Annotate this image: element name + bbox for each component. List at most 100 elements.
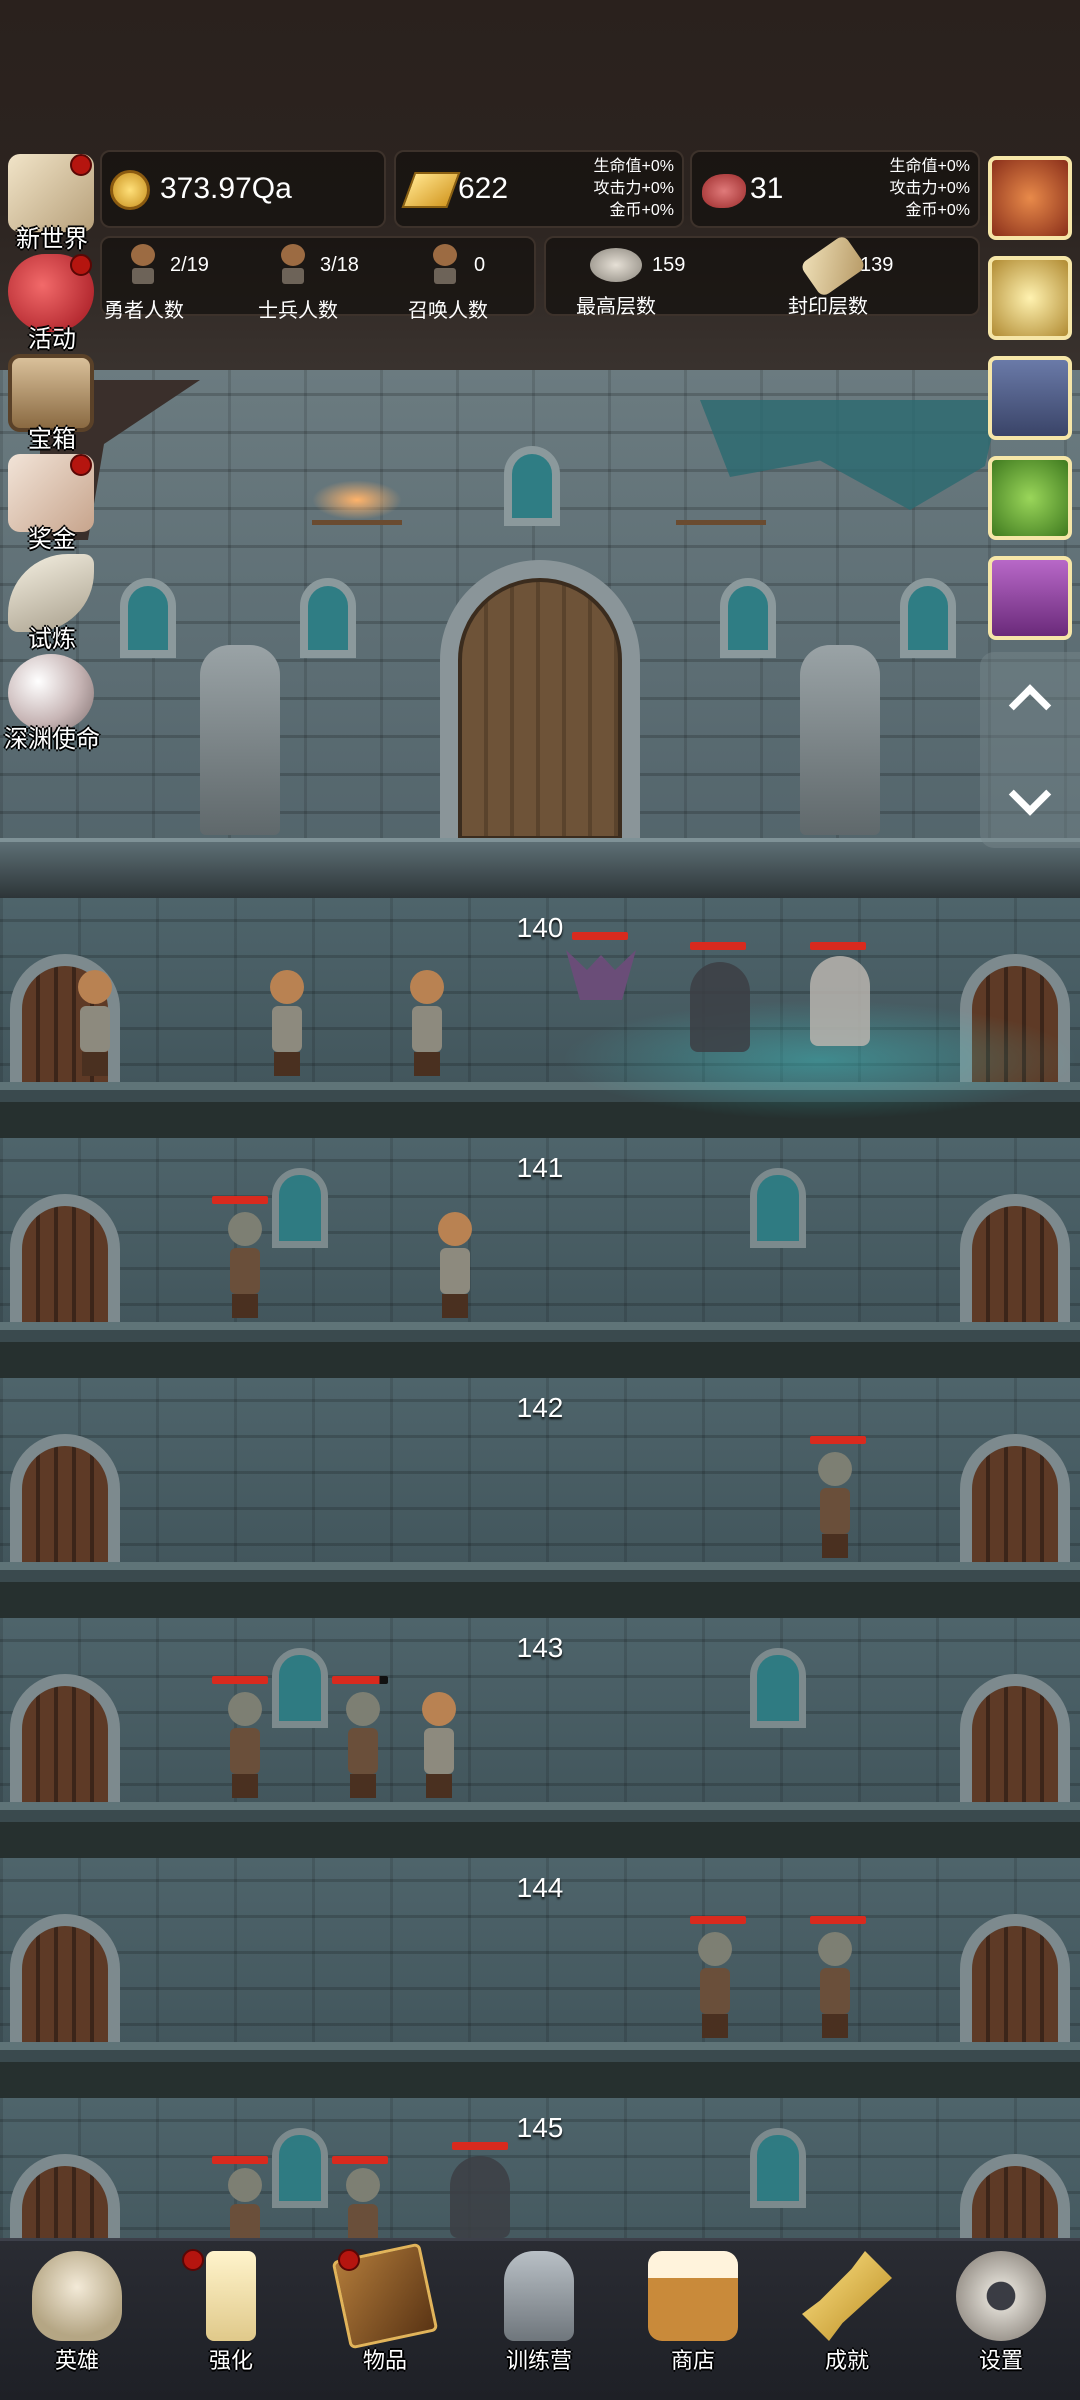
bonus-attack: 攻击力+0% bbox=[889, 180, 970, 197]
new-world-button[interactable]: 新世界 bbox=[0, 150, 104, 253]
cell-door bbox=[960, 1194, 1070, 1324]
enemy-hp-bar bbox=[810, 942, 866, 950]
rock-icon bbox=[590, 248, 642, 282]
zombie-enemy bbox=[812, 1932, 858, 2042]
enemy-hp-bar bbox=[810, 1916, 866, 1924]
chandelier-icon bbox=[676, 470, 766, 525]
event-label: 活动 bbox=[28, 326, 76, 353]
summon-count-label: 召唤人数 bbox=[408, 300, 488, 322]
backpack-icon[interactable] bbox=[988, 356, 1072, 440]
zombie-enemy bbox=[340, 1692, 386, 1802]
gold-value: 622 bbox=[458, 172, 509, 205]
enemy-hp-bar bbox=[690, 942, 746, 950]
hall-window bbox=[720, 578, 776, 658]
summon-count-value: 0 bbox=[474, 254, 486, 276]
nav-items-label: 物品 bbox=[362, 2348, 407, 2373]
knight-statue bbox=[200, 645, 280, 835]
bonus-coins: 金币+0% bbox=[609, 202, 674, 219]
nav-enhance[interactable]: 强化 bbox=[154, 2241, 308, 2400]
unit-counts-panel: 2/19 勇者人数 3/18 士兵人数 0 召唤人数 bbox=[100, 236, 536, 322]
sealed-floor-label: 封印层数 bbox=[788, 296, 868, 318]
scroll-icon bbox=[799, 234, 867, 298]
floor-number: 144 bbox=[516, 1872, 564, 1903]
event-button[interactable]: 活动 bbox=[0, 250, 104, 353]
enemy-hp-bar bbox=[212, 1676, 268, 1684]
meat-panel[interactable]: 31 生命值+0% 攻击力+0% 金币+0% bbox=[690, 150, 980, 228]
nav-training-camp-label: 训练营 bbox=[505, 2348, 572, 2373]
floor-window bbox=[272, 1168, 328, 1248]
hero-count-value: 2/19 bbox=[170, 254, 209, 276]
cell-door bbox=[10, 1914, 120, 2044]
hero-count-icon bbox=[128, 244, 158, 284]
cell-door bbox=[10, 1194, 120, 1324]
skull-icon bbox=[32, 2251, 122, 2341]
abyss-mission-label: 深渊使命 bbox=[4, 726, 100, 753]
cell-door bbox=[960, 1434, 1070, 1564]
main-gate bbox=[440, 560, 640, 840]
gold-bar-icon bbox=[401, 172, 461, 208]
hero-unit bbox=[264, 970, 310, 1080]
chest-label: 宝箱 bbox=[28, 426, 76, 453]
floor-number: 143 bbox=[516, 1632, 564, 1663]
trial-label: 试炼 bbox=[28, 626, 76, 653]
floor-window bbox=[750, 2128, 806, 2208]
hall-window bbox=[300, 578, 356, 658]
nav-achievements[interactable]: 成就 bbox=[770, 2241, 924, 2400]
hero-portrait-icon[interactable] bbox=[988, 556, 1072, 640]
bonus-attack: 攻击力+0% bbox=[593, 180, 674, 197]
floor-number: 145 bbox=[516, 2112, 564, 2143]
notification-badge bbox=[70, 154, 92, 176]
summon-count-icon bbox=[430, 244, 460, 284]
chest-button[interactable]: 宝箱 bbox=[0, 350, 104, 453]
floor-row: 144 bbox=[0, 1858, 1080, 2098]
hero-unit bbox=[432, 1212, 478, 1322]
meat-bonus-list: 生命值+0% 攻击力+0% 金币+0% bbox=[890, 156, 970, 222]
bonus-button[interactable]: 奖金 bbox=[0, 450, 104, 553]
floor-window bbox=[750, 1648, 806, 1728]
hero-unit bbox=[72, 970, 118, 1080]
notification-badge bbox=[70, 254, 92, 276]
candle-icon bbox=[206, 2251, 256, 2341]
cell-door bbox=[10, 1674, 120, 1804]
nav-training-camp[interactable]: 训练营 bbox=[462, 2241, 616, 2400]
new-world-label: 新世界 bbox=[16, 226, 88, 253]
hero-unit bbox=[404, 970, 450, 1080]
lantern-icon bbox=[504, 2251, 574, 2341]
enemy-hp-bar bbox=[690, 1916, 746, 1924]
chevron-down-icon bbox=[1008, 773, 1052, 816]
gold-panel[interactable]: 622 生命值+0% 攻击力+0% 金币+0% bbox=[394, 150, 684, 228]
soldier-count-value: 3/18 bbox=[320, 254, 359, 276]
bonus-hp: 生命值+0% bbox=[889, 158, 970, 175]
pumpkin-icon[interactable] bbox=[988, 156, 1072, 240]
nav-heroes[interactable]: 英雄 bbox=[0, 2241, 154, 2400]
floor-row: 142 bbox=[0, 1378, 1080, 1618]
enemy-hp-bar bbox=[212, 2156, 268, 2164]
enemy-hp-bar bbox=[810, 1436, 866, 1444]
floor-window bbox=[272, 1648, 328, 1728]
nav-items[interactable]: 物品 bbox=[308, 2241, 462, 2400]
scroll-up-button[interactable] bbox=[980, 652, 1080, 742]
max-floor-label: 最高层数 bbox=[576, 296, 656, 318]
coins-panel[interactable]: 373.97Qa bbox=[100, 150, 386, 228]
floor-scroll-panel bbox=[980, 652, 1080, 848]
hall-window bbox=[120, 578, 176, 658]
trial-button[interactable]: 试炼 bbox=[0, 550, 104, 653]
abyss-mission-button[interactable]: 深渊使命 bbox=[0, 650, 104, 753]
floor-number: 142 bbox=[516, 1392, 564, 1423]
candle-icon[interactable] bbox=[988, 256, 1072, 340]
slime-icon[interactable] bbox=[988, 456, 1072, 540]
scroll-down-button[interactable] bbox=[980, 758, 1080, 848]
nav-settings-label: 设置 bbox=[978, 2348, 1023, 2373]
floor-row: 143 bbox=[0, 1618, 1080, 1858]
cell-door bbox=[10, 1434, 120, 1564]
chevron-up-icon bbox=[1008, 684, 1052, 727]
hall-window bbox=[504, 446, 560, 526]
key-icon bbox=[802, 2251, 892, 2341]
nav-shop[interactable]: 商店 bbox=[616, 2241, 770, 2400]
floor-stats-panel: 159 最高层数 139 封印层数 bbox=[544, 234, 980, 318]
bonus-coins: 金币+0% bbox=[905, 202, 970, 219]
notification-badge bbox=[182, 2249, 204, 2271]
enemy-hp-bar bbox=[332, 2156, 388, 2164]
soldier-count-label: 士兵人数 bbox=[258, 300, 338, 322]
nav-settings[interactable]: 设置 bbox=[924, 2241, 1078, 2400]
